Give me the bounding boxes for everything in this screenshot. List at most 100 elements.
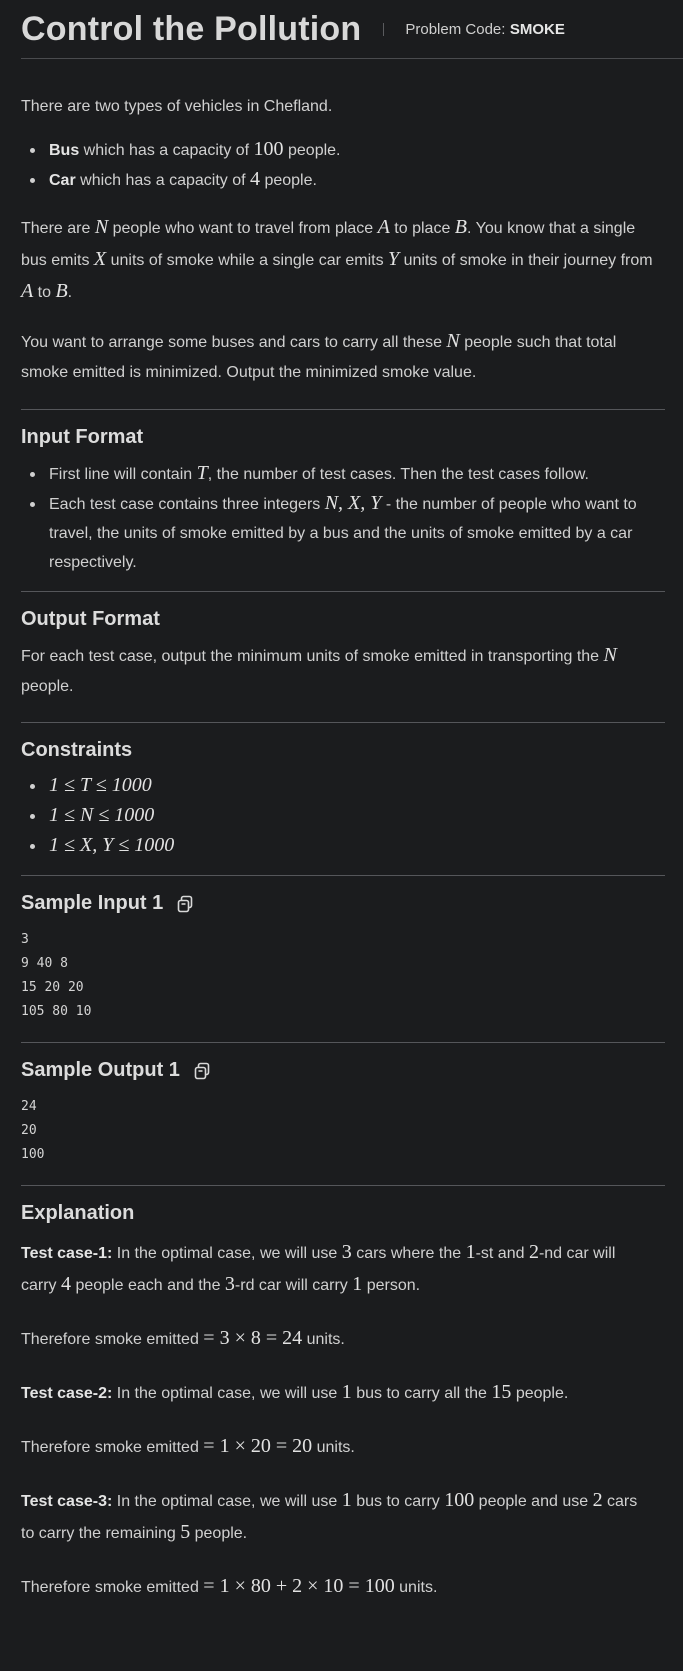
- text: person.: [362, 1277, 421, 1294]
- statement-paragraph: There are N people who want to travel fr…: [21, 212, 655, 308]
- constraints-list: 1 ≤ T ≤ 1000 1 ≤ N ≤ 1000 1 ≤ X, Y ≤ 100…: [21, 771, 655, 861]
- explanation-result: Therefore smoke emitted = 1 × 20 = 20 un…: [21, 1431, 655, 1463]
- text: units.: [312, 1439, 355, 1456]
- math: 1: [341, 1381, 352, 1403]
- math: 3: [224, 1273, 235, 1295]
- math: = 3 × 8 = 24: [203, 1327, 303, 1349]
- page-title: Control the Pollution: [21, 9, 362, 48]
- text: First line will contain: [49, 466, 197, 483]
- case-label: Test case-1:: [21, 1245, 113, 1262]
- math: 2: [592, 1489, 603, 1511]
- explanation-result: Therefore smoke emitted = 1 × 80 + 2 × 1…: [21, 1571, 655, 1603]
- text: people and use: [474, 1493, 593, 1510]
- text: -st and: [475, 1245, 529, 1262]
- vehicle-name: Bus: [49, 142, 80, 159]
- statement-intro: There are two types of vehicles in Chefl…: [21, 98, 333, 115]
- section-heading: Sample Output 1: [21, 1059, 655, 1082]
- sample-output-block: 24 20 100: [21, 1099, 45, 1162]
- math: T: [196, 462, 208, 484]
- title-divider: [383, 22, 385, 36]
- list-item: Bus which has a capacity of 100 people.: [30, 135, 655, 165]
- text: people.: [190, 1525, 248, 1542]
- input-format-list: First line will contain T, the number of…: [21, 459, 655, 577]
- text: units of smoke while a single car emits: [106, 252, 389, 269]
- list-item: 1 ≤ N ≤ 1000: [30, 801, 655, 831]
- math: 1: [465, 1241, 476, 1263]
- math: 1: [352, 1273, 363, 1295]
- math: N: [94, 216, 109, 238]
- text: to: [33, 284, 56, 301]
- case-label: Test case-2:: [21, 1385, 113, 1402]
- list-item: Each test case contains three integers N…: [30, 489, 655, 577]
- math: 100: [253, 138, 284, 160]
- text: units.: [302, 1331, 345, 1348]
- text: , the number of test cases. Then the tes…: [207, 466, 589, 483]
- math: 1 ≤ T ≤ 1000: [49, 774, 152, 796]
- explanation-case: Test case-1: In the optimal case, we wil…: [21, 1237, 655, 1301]
- sample-output-heading: Sample Output 1: [21, 1059, 180, 1081]
- divider: [21, 1185, 665, 1186]
- list-item: 1 ≤ T ≤ 1000: [30, 771, 655, 801]
- math: N, X, Y: [324, 492, 382, 514]
- text: In the optimal case, we will use: [112, 1493, 342, 1510]
- text: Therefore smoke emitted: [21, 1439, 204, 1456]
- list-item: 1 ≤ X, Y ≤ 1000: [30, 831, 655, 861]
- vehicle-list: Bus which has a capacity of 100 people. …: [21, 135, 655, 195]
- math: 3: [341, 1241, 352, 1263]
- math: Y: [388, 248, 400, 270]
- divider: [21, 591, 665, 592]
- math: 4: [61, 1273, 71, 1295]
- text: In the optimal case, we will use: [112, 1385, 342, 1402]
- math: N: [603, 644, 617, 666]
- explanation-result: Therefore smoke emitted = 3 × 8 = 24 uni…: [21, 1323, 655, 1355]
- statement-paragraph: You want to arrange some buses and cars …: [21, 326, 655, 388]
- math: 2: [528, 1241, 539, 1263]
- math: = 1 × 20 = 20: [203, 1435, 313, 1457]
- math: X: [93, 248, 107, 270]
- text: bus to carry: [351, 1493, 445, 1510]
- text: which has a capacity of: [79, 142, 254, 159]
- text: bus to carry all the: [351, 1385, 492, 1402]
- text: Each test case contains three integers: [49, 496, 325, 513]
- sample-input-block: 3 9 40 8 15 20 20 105 80 10: [21, 932, 92, 1019]
- divider: [21, 722, 665, 723]
- copy-icon[interactable]: [175, 894, 195, 914]
- sample-input-heading: Sample Input 1: [21, 892, 164, 914]
- math: 100: [444, 1489, 475, 1511]
- text: people who want to travel from place: [108, 220, 378, 237]
- math: 4: [250, 168, 260, 190]
- divider: [21, 875, 665, 876]
- list-item: First line will contain T, the number of…: [30, 459, 655, 489]
- problem-code-value: SMOKE: [509, 20, 565, 38]
- section-heading: Sample Input 1: [21, 892, 655, 915]
- math: 1: [341, 1489, 352, 1511]
- text: people.: [21, 678, 74, 695]
- math: B: [454, 216, 468, 238]
- math: 5: [180, 1521, 191, 1543]
- text: .: [67, 284, 73, 301]
- math: N: [446, 330, 460, 352]
- text: which has a capacity of: [75, 172, 250, 189]
- explanation-case: Test case-2: In the optimal case, we wil…: [21, 1377, 655, 1409]
- text: units of smoke in their journey from: [399, 252, 653, 269]
- divider: [21, 409, 665, 410]
- text: people each and the: [71, 1277, 225, 1294]
- math: 1 ≤ N ≤ 1000: [49, 804, 155, 826]
- math: = 1 × 80 + 2 × 10 = 100: [203, 1575, 395, 1597]
- copy-icon[interactable]: [192, 1061, 212, 1081]
- list-item: Car which has a capacity of 4 people.: [30, 165, 655, 195]
- text: people.: [283, 142, 341, 159]
- text: people.: [260, 172, 317, 189]
- math: A: [377, 216, 390, 238]
- text: You want to arrange some buses and cars …: [21, 334, 447, 351]
- vehicle-name: Car: [49, 172, 76, 189]
- text: Therefore smoke emitted: [21, 1331, 204, 1348]
- text: units.: [394, 1579, 438, 1596]
- case-label: Test case-3:: [21, 1493, 113, 1510]
- section-heading: Constraints: [21, 739, 133, 761]
- text: cars where the: [351, 1245, 466, 1262]
- text: Therefore smoke emitted: [21, 1579, 204, 1596]
- section-heading: Output Format: [21, 608, 160, 630]
- text: For each test case, output the minimum u…: [21, 648, 604, 665]
- math: B: [55, 280, 68, 302]
